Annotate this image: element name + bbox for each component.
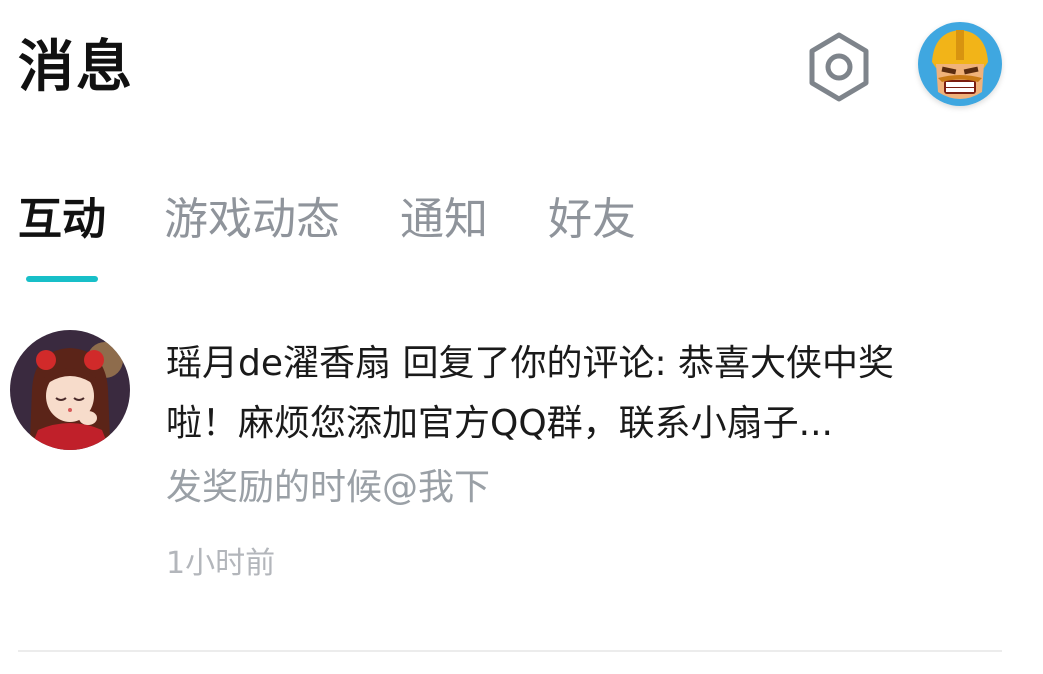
page-title: 消息 [18,35,134,100]
avatar-icon [918,22,1002,106]
tab-notifications[interactable]: 通知 [400,190,488,250]
message-item[interactable]: 瑶月de濯香扇 回复了你的评论: 恭喜大侠中奖 啦！麻烦您添加官方QQ群，联系小… [166,334,1006,584]
message-timestamp: 1小时前 [166,546,276,581]
hexagon-gear-icon [809,32,869,102]
settings-button[interactable] [802,30,876,104]
tab-game-updates[interactable]: 游戏动态 [164,190,340,250]
tab-bar: 互动 游戏动态 通知 好友 [18,190,696,250]
quoted-comment: 发奖励的时候@我下 [166,467,491,508]
divider [18,650,1002,652]
tab-interaction[interactable]: 互动 [18,190,106,250]
active-tab-indicator [26,276,98,282]
message-text-line-1: 瑶月de濯香扇 回复了你的评论: 恭喜大侠中奖 [166,343,895,384]
messages-page: 消息 互动 游戏动态 通知 好友 瑶月de濯香扇 回复了你的评论: 恭喜大侠中奖… [0,0,1043,674]
user-avatar[interactable] [918,22,1002,106]
tab-friends[interactable]: 好友 [548,190,636,250]
message-sender-avatar[interactable] [10,330,130,450]
message-text-line-2: 啦！麻烦您添加官方QQ群，联系小扇子... [166,403,834,444]
avatar-icon [10,330,130,450]
